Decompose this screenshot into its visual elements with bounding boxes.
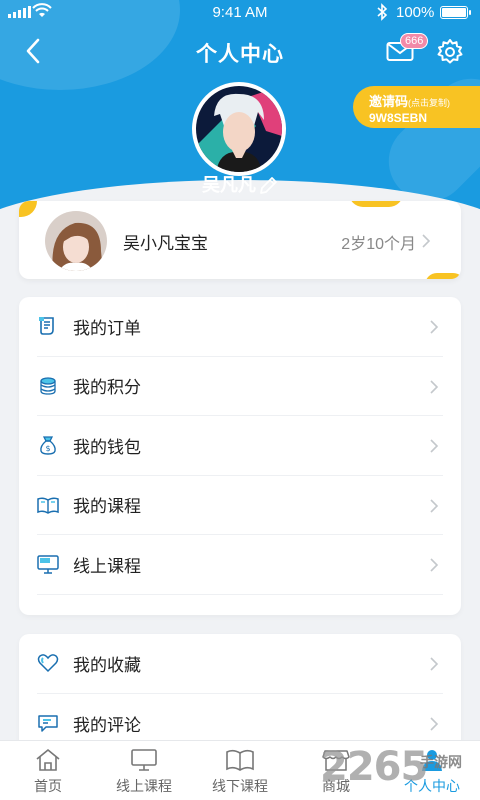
- tab-label: 首页: [34, 778, 62, 794]
- tab-label: 线上课程: [116, 778, 172, 794]
- chevron-right-icon: [430, 657, 439, 671]
- gear-icon[interactable]: [436, 38, 464, 66]
- chevron-right-icon: [422, 234, 431, 248]
- tab-home[interactable]: 首页: [0, 741, 96, 800]
- menu-item-online-courses[interactable]: 线上课程: [37, 535, 443, 595]
- invite-code: 9W8SEBN: [369, 111, 428, 125]
- order-icon: [37, 315, 59, 337]
- chevron-right-icon: [430, 320, 439, 334]
- menu-item-label: 我的课程: [73, 497, 141, 517]
- chevron-right-icon: [430, 716, 439, 731]
- svg-text:$: $: [45, 444, 50, 453]
- menu-item-label: 我的钱包: [73, 437, 141, 457]
- watermark-number: 2265: [320, 744, 428, 790]
- username: 吴凡凡: [202, 175, 256, 195]
- battery-icon: [440, 6, 471, 19]
- child-profile-card[interactable]: 吴小凡宝宝 2岁10个月: [19, 201, 461, 279]
- child-avatar: [45, 211, 107, 271]
- monitor-icon: [37, 553, 59, 575]
- username-row[interactable]: 吴凡凡: [0, 171, 480, 197]
- edit-pencil-icon[interactable]: [258, 176, 278, 196]
- child-name: 吴小凡宝宝: [123, 234, 208, 253]
- monitor-icon: [130, 747, 158, 773]
- menu-item-label: 我的订单: [73, 318, 141, 338]
- invite-label: 邀请码: [369, 94, 409, 109]
- message-count-badge: 666: [400, 33, 429, 49]
- menu-item-courses[interactable]: 我的课程: [37, 476, 443, 535]
- tab-online-courses[interactable]: 线上课程: [96, 741, 192, 800]
- card-decoration: [425, 273, 461, 279]
- home-icon: [35, 747, 61, 773]
- bluetooth-icon: [377, 3, 388, 21]
- menu-card-primary: 我的订单 我的积分 $ 我的钱包 我的课程 线上课程: [19, 297, 461, 615]
- child-age: 2岁10个月: [341, 236, 416, 253]
- menu-card-secondary: 我的收藏 我的评论: [19, 634, 461, 754]
- wallet-icon: $: [37, 434, 59, 456]
- points-icon: [37, 375, 59, 397]
- menu-item-favorites[interactable]: 我的收藏: [37, 634, 443, 694]
- menu-item-wallet[interactable]: $ 我的钱包: [37, 416, 443, 476]
- chevron-right-icon: [430, 379, 439, 394]
- card-decoration: [19, 201, 37, 217]
- card-decoration: [349, 201, 403, 207]
- heart-icon: [37, 652, 59, 674]
- invite-hint: (点击复制): [408, 98, 451, 108]
- chevron-right-icon: [430, 439, 439, 453]
- book-icon: [225, 747, 255, 773]
- battery-percent: 100%: [396, 4, 435, 21]
- watermark-logo: 2265 手游网: [320, 744, 480, 794]
- tab-offline-courses[interactable]: 线下课程: [192, 741, 288, 800]
- book-icon: [37, 494, 59, 516]
- invite-code-badge[interactable]: 邀请码(点击复制) 9W8SEBN: [353, 86, 480, 128]
- status-bar: 9:41 AM 100%: [0, 0, 480, 24]
- menu-item-label: 我的积分: [73, 378, 141, 398]
- avatar-image: [196, 86, 282, 172]
- menu-item-label: 线上课程: [73, 556, 141, 576]
- menu-item-label: 我的评论: [73, 715, 141, 735]
- watermark-text: 手游网: [420, 754, 462, 770]
- menu-item-label: 我的收藏: [73, 655, 141, 675]
- comment-icon: [37, 712, 59, 734]
- user-avatar[interactable]: [192, 82, 286, 176]
- tab-label: 线下课程: [212, 778, 268, 794]
- chevron-right-icon: [430, 558, 439, 572]
- menu-item-orders[interactable]: 我的订单: [37, 297, 443, 357]
- chevron-right-icon: [430, 498, 439, 513]
- menu-item-points[interactable]: 我的积分: [37, 357, 443, 416]
- child-avatar-image: [45, 211, 107, 271]
